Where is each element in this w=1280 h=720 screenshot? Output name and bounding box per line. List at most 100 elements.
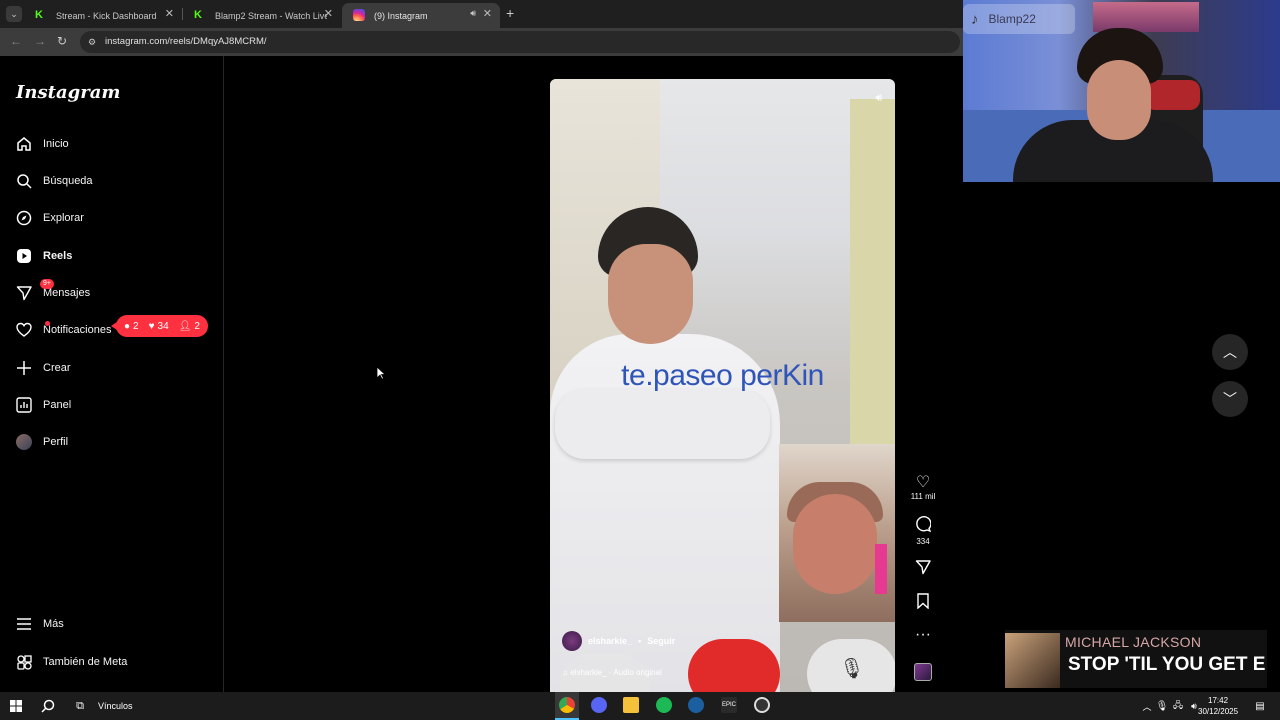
sidebar-item-perfil[interactable]: Perfil [16, 430, 68, 454]
url-text: instagram.com/reels/DMqyAJ8MCRM/ [105, 36, 267, 47]
follows-count: 👤︎ 2 [178, 320, 200, 332]
next-reel-button[interactable]: ﹀ [1212, 381, 1248, 417]
instagram-favicon-icon [353, 9, 365, 21]
heart-icon [16, 322, 32, 338]
close-icon[interactable]: ✕ [165, 7, 174, 20]
likes-count: ♥ 34 [148, 320, 169, 332]
mic-off-icon: 🎙︎ [807, 639, 895, 692]
music-song-title: STOP 'TIL YOU GET E [1068, 654, 1266, 675]
mouse-cursor-icon [376, 366, 387, 385]
sidebar-item-explorar[interactable]: Explorar [16, 206, 84, 230]
microphone-icon[interactable]: 🎙︎ [1154, 698, 1170, 714]
task-view-icon[interactable]: ⧉ [72, 698, 88, 714]
volume-icon[interactable]: 🔊︎ [870, 89, 888, 107]
sidebar-item-label: Reels [43, 250, 73, 262]
meta-icon [16, 654, 32, 670]
reels-icon [16, 248, 32, 264]
site-info-icon[interactable]: ⚙︎ [88, 31, 96, 53]
chrome-icon[interactable] [559, 697, 575, 713]
notification-center-icon[interactable]: ▤ [1252, 698, 1268, 714]
address-bar[interactable]: ⚙︎ instagram.com/reels/DMqyAJ8MCRM/ [80, 31, 960, 53]
forward-arrow-icon[interactable]: → [34, 34, 46, 48]
network-icon[interactable]: 🖧 [1170, 698, 1186, 714]
sidebar-item-label: Inicio [43, 138, 69, 150]
compass-icon [16, 210, 32, 226]
tray-chevron-up-icon[interactable]: ︿ [1139, 698, 1155, 714]
reel-video[interactable]: te.paseo perKin 🔊︎ 🎙︎ elsharkie_ • Segui… [550, 79, 895, 692]
sidebar-item-mas[interactable]: Más [16, 612, 64, 636]
sidebar-item-label: Perfil [43, 436, 69, 448]
tiktok-logo-icon: ♪ [971, 10, 979, 28]
discord-icon[interactable] [591, 697, 607, 713]
sidebar-item-crear[interactable]: Crear [16, 356, 71, 380]
author-username[interactable]: elsharkie_ [588, 636, 632, 646]
author-avatar[interactable] [562, 631, 582, 651]
windows-start-icon[interactable] [8, 698, 24, 714]
previous-reel-button[interactable]: ︿ [1212, 334, 1248, 370]
now-playing-overlay: MICHAEL JACKSON STOP 'TIL YOU GET E [1005, 630, 1267, 688]
app-icon[interactable] [754, 697, 770, 713]
kick-favicon-icon: K [194, 9, 202, 21]
heart-icon: ♡ [915, 474, 931, 491]
tab-instagram[interactable]: (9) Instagram 🔊︎ ✕ [342, 3, 500, 28]
tiktok-handle-overlay: ♪ Blamp22 [963, 4, 1075, 34]
sidebar-item-reels[interactable]: Reels [16, 244, 72, 268]
reel-caption-overlay: te.paseo perKin [621, 359, 824, 392]
notification-dot [45, 321, 50, 326]
steam-icon[interactable] [688, 697, 704, 713]
sidebar-item-panel[interactable]: Panel [16, 393, 71, 417]
comment-icon [905, 516, 941, 537]
chart-icon [16, 397, 32, 413]
system-clock[interactable]: 17:42 30/12/2025 [1198, 695, 1238, 717]
send-icon [16, 285, 32, 301]
save-button[interactable] [905, 593, 941, 614]
bookmark-icon [905, 593, 941, 614]
sidebar-item-mensajes[interactable]: 9+ Mensajes [16, 279, 90, 305]
search-icon [16, 173, 32, 189]
plus-icon [16, 360, 32, 376]
more-options-button[interactable]: ··· [905, 626, 941, 644]
avatar [16, 434, 32, 450]
speaker-icon[interactable]: 🔊︎ [470, 8, 476, 19]
spotify-icon[interactable] [656, 697, 672, 713]
sidebar-item-label: Explorar [43, 212, 84, 224]
close-icon[interactable]: ✕ [483, 7, 492, 20]
tab-kick-dashboard[interactable]: K Stream - Kick Dashboard ✕ [24, 3, 182, 28]
file-explorer-icon[interactable] [623, 697, 639, 713]
close-icon[interactable]: ✕ [324, 7, 333, 20]
new-tab-button[interactable]: + [506, 5, 514, 21]
instagram-logo[interactable]: Instagram [16, 82, 120, 103]
follow-button[interactable]: Seguir [647, 636, 675, 646]
clock-date: 30/12/2025 [1198, 707, 1239, 716]
comment-icon: ● [124, 320, 131, 332]
vinculos-toolbar[interactable]: Vínculos [98, 701, 133, 711]
like-count: 111 mil [910, 492, 936, 501]
sidebar-item-label: También de Meta [43, 656, 128, 668]
comment-button[interactable]: 334 [905, 516, 941, 546]
sidebar-item-inicio[interactable]: Inicio [16, 132, 69, 156]
reel-audio-label[interactable]: ♫ elsharkie_ · Audio original [562, 668, 662, 677]
messages-badge: 9+ [40, 279, 54, 289]
streamer-webcam: ♪ Blamp22 [963, 0, 1280, 182]
send-icon [905, 559, 941, 580]
epic-games-icon[interactable]: EPIC [721, 697, 737, 713]
more-dots-icon: ··· [915, 626, 931, 643]
person-icon: 👤︎ [178, 320, 192, 332]
audio-thumbnail[interactable] [914, 663, 932, 681]
chevron-up-icon: ︿ [1223, 344, 1237, 360]
share-button[interactable] [905, 559, 941, 580]
reload-icon[interactable]: ↻ [57, 34, 67, 48]
tab-title: Stream - Kick Dashboard [56, 10, 157, 21]
tab-search-button[interactable]: ⌄ [6, 6, 22, 22]
sidebar-item-busqueda[interactable]: Búsqueda [16, 169, 93, 193]
sidebar-item-tambien-de-meta[interactable]: También de Meta [16, 650, 127, 674]
sidebar-item-notificaciones[interactable]: Notificaciones [16, 318, 111, 342]
tab-blamp2-stream[interactable]: K Blamp2 Stream - Watch Live on ✕ [183, 3, 341, 28]
kick-favicon-icon: K [35, 9, 43, 21]
sidebar-item-label: Búsqueda [43, 175, 93, 187]
clock-time: 17:42 [1208, 696, 1229, 705]
like-button[interactable]: ♡ 111 mil [905, 474, 941, 501]
search-icon[interactable] [40, 698, 56, 714]
notifications-summary-pill[interactable]: ● 2 ♥ 34 👤︎ 2 [111, 315, 208, 337]
back-arrow-icon[interactable]: ← [10, 34, 22, 48]
